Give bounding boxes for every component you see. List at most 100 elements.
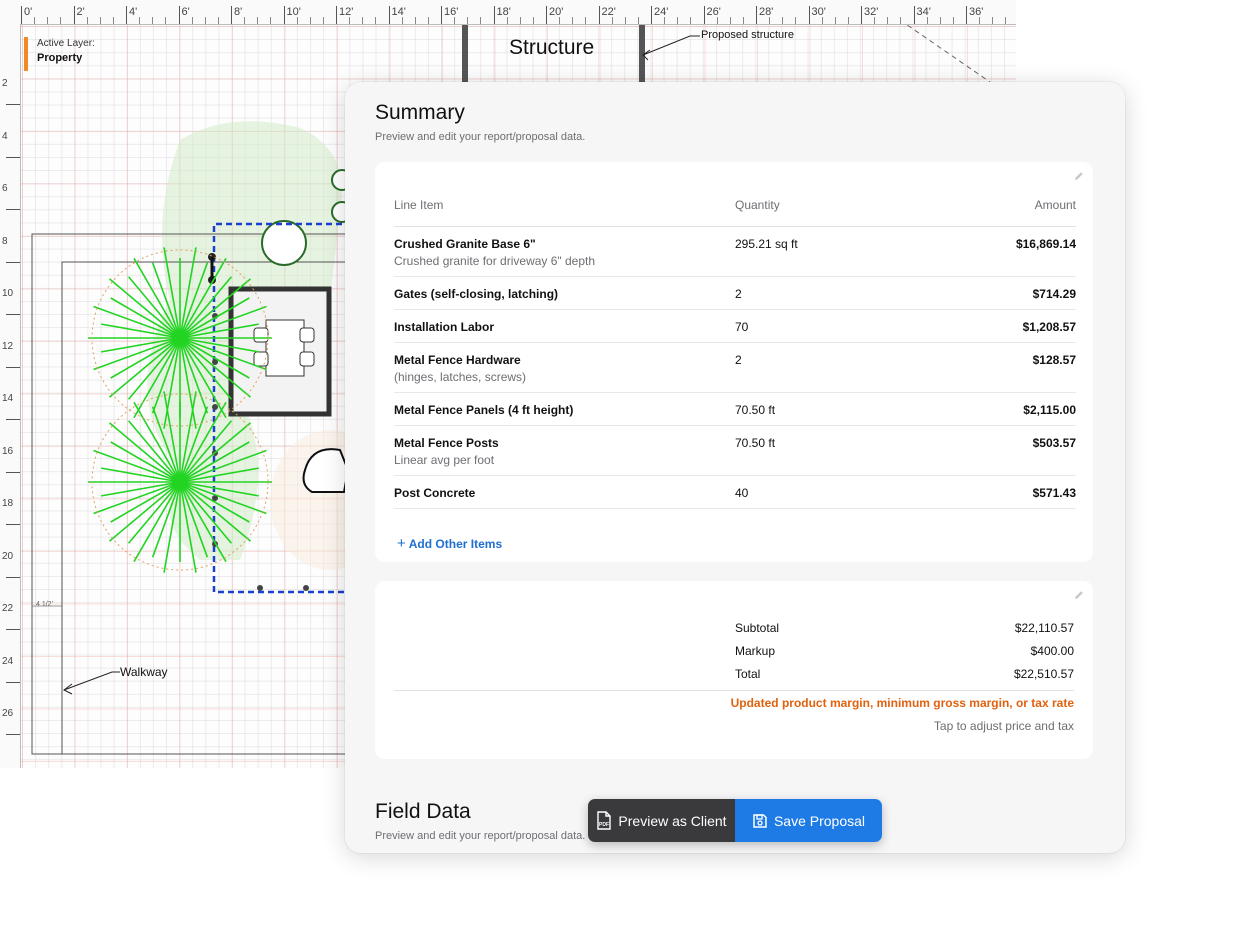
- table-row[interactable]: Metal Fence Hardware (hinges, latches, sc…: [394, 343, 1076, 393]
- col-header-quantity: Quantity: [735, 198, 780, 212]
- save-proposal-button[interactable]: Save Proposal: [735, 799, 882, 842]
- ruler-subtick: [992, 17, 994, 24]
- add-other-items-button[interactable]: + Add Other Items: [397, 535, 502, 552]
- table-row[interactable]: Installation Labor 70 $1,208.57: [394, 310, 1076, 343]
- fence-post: [212, 404, 218, 410]
- line-item-quantity: 70.50 ft: [735, 436, 776, 450]
- line-item-quantity: 2: [735, 353, 742, 367]
- ruler-label: 16': [444, 6, 459, 18]
- subtotal-value: $22,110.57: [1014, 621, 1074, 635]
- ruler-tick: [283, 6, 285, 24]
- ruler-subtick: [257, 17, 259, 24]
- ruler-subtick: [165, 17, 167, 24]
- ruler-tick: [6, 419, 20, 420]
- field-data-title: Field Data: [375, 800, 471, 823]
- line-item-description: (hinges, latches, screws): [394, 370, 527, 384]
- ruler-subtick: [532, 17, 534, 24]
- summary-title: Summary: [375, 101, 465, 124]
- ruler-tick: [966, 6, 967, 24]
- ruler-subtick: [139, 17, 141, 24]
- ruler-label: 22': [601, 6, 616, 18]
- ruler-subtick: [847, 17, 849, 24]
- ruler-tick: [493, 6, 495, 24]
- line-item-amount: $2,115.00: [1023, 403, 1076, 417]
- ruler-tick: [6, 261, 20, 263]
- ruler-label: 26: [2, 708, 14, 719]
- ruler-subtick: [979, 17, 981, 24]
- line-item-name: Post Concrete: [394, 486, 476, 500]
- ruler-subtick: [939, 17, 941, 24]
- ruler-tick: [6, 524, 20, 525]
- ruler-tick: [703, 6, 705, 24]
- active-layer-indicator[interactable]: Active Layer: Property: [24, 37, 95, 71]
- plus-icon: +: [397, 535, 406, 552]
- tap-to-adjust-link[interactable]: Tap to adjust price and tax: [934, 719, 1074, 733]
- line-items-card: Line Item Quantity Amount Crushed Granit…: [375, 162, 1093, 562]
- line-item-description: Crushed granite for driveway 6" depth: [394, 254, 596, 268]
- ruler-subtick: [742, 17, 744, 24]
- ruler-tick: [6, 156, 20, 158]
- ruler-subtick: [191, 17, 193, 24]
- ruler-tick: [808, 6, 810, 24]
- ruler-subtick: [362, 17, 364, 24]
- ruler-tick: [21, 6, 22, 24]
- leader-line: [642, 35, 700, 56]
- active-layer-value: Property: [37, 52, 83, 64]
- ruler-subtick: [782, 17, 784, 24]
- walkway-label: Walkway: [120, 665, 168, 679]
- line-item-description: Linear avg per foot: [394, 453, 495, 467]
- ruler-tick: [336, 6, 337, 24]
- ruler-subtick: [60, 17, 62, 24]
- ruler-left: 2 4 6 8 10 12 14 16 18 20 22 24 26: [0, 24, 21, 768]
- ruler-subtick: [834, 17, 836, 24]
- chair: [253, 327, 269, 343]
- fence-post: [303, 585, 309, 591]
- line-item-name: Installation Labor: [394, 320, 495, 334]
- ruler-subtick: [874, 17, 876, 24]
- action-bar: PDF Preview as Client Save Proposal: [588, 799, 882, 842]
- ruler-tick: [913, 6, 915, 24]
- line-item-quantity: 2: [735, 287, 742, 301]
- structure-label: Structure: [509, 36, 595, 59]
- ruler-label: 2': [76, 6, 85, 18]
- ruler-label: 20': [549, 6, 564, 18]
- ruler-tick: [178, 6, 180, 24]
- table-row[interactable]: Gates (self-closing, latching) 2 $714.29: [394, 277, 1076, 310]
- summary-panel: Summary Preview and edit your report/pro…: [345, 82, 1125, 853]
- ruler-label: 14: [2, 393, 14, 404]
- line-item-amount: $503.57: [1032, 436, 1076, 450]
- table-row[interactable]: Metal Fence Panels (4 ft height) 70.50 ft…: [394, 393, 1076, 426]
- table-row[interactable]: Post Concrete 40 $571.43: [394, 476, 1076, 509]
- ruler-tick: [546, 6, 547, 24]
- ruler-subtick: [152, 17, 154, 24]
- ruler-label: 24: [2, 655, 14, 667]
- col-header-line-item: Line Item: [394, 198, 444, 212]
- ruler-subtick: [506, 17, 508, 24]
- col-header-amount: Amount: [1034, 198, 1076, 212]
- ruler-subtick: [716, 17, 718, 24]
- ruler-subtick: [900, 17, 902, 24]
- ruler-subtick: [414, 17, 416, 24]
- ruler-label: 0': [24, 6, 33, 18]
- ruler-subtick: [795, 17, 797, 24]
- ruler-tick: [126, 6, 127, 24]
- line-item-quantity: 295.21 sq ft: [735, 237, 798, 251]
- markup-value: $400.00: [1030, 644, 1074, 658]
- table-row[interactable]: Crushed Granite Base 6" Crushed granite f…: [394, 227, 1076, 277]
- ruler-tick: [6, 366, 20, 368]
- ruler-subtick: [375, 17, 377, 24]
- line-item-quantity: 70.50 ft: [735, 403, 776, 417]
- line-item-name: Metal Fence Hardware: [394, 353, 521, 367]
- ruler-subtick: [427, 17, 429, 24]
- table-row[interactable]: Metal Fence Posts Linear avg per foot 70.5…: [394, 426, 1076, 476]
- edit-pencil-icon[interactable]: [1073, 589, 1085, 601]
- ruler-subtick: [296, 17, 298, 24]
- ruler-tick: [6, 681, 20, 683]
- ruler-label: 12': [339, 6, 354, 18]
- ruler-label: 14': [391, 6, 406, 18]
- ruler-subtick: [519, 17, 521, 24]
- totals-card[interactable]: Subtotal $22,110.57 Markup $400.00 Total…: [375, 581, 1093, 759]
- ruler-subtick: [1005, 17, 1007, 24]
- preview-as-client-button[interactable]: PDF Preview as Client: [588, 799, 735, 842]
- edit-pencil-icon[interactable]: [1073, 170, 1085, 182]
